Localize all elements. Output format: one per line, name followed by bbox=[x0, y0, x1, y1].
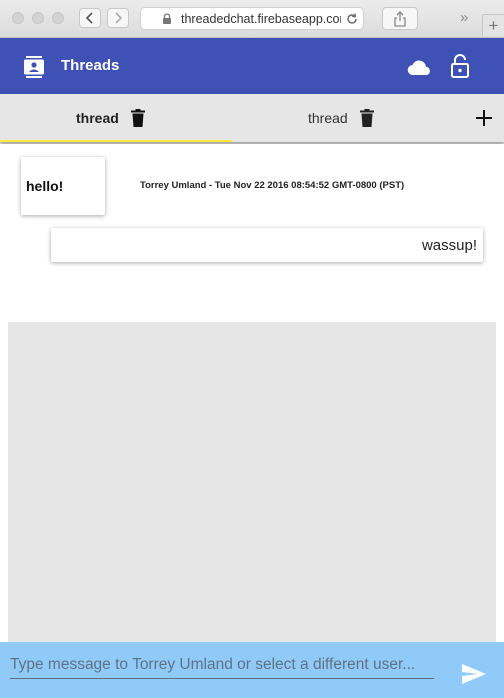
message-bubble[interactable]: wassup! bbox=[51, 228, 483, 262]
browser-toolbar: threadedchat.firebaseapp.com » + bbox=[0, 0, 504, 38]
messages-panel: hello! Torrey Umland - Tue Nov 22 2016 0… bbox=[0, 144, 504, 322]
tab-label: thread bbox=[76, 110, 119, 126]
page-margin-left bbox=[0, 322, 8, 642]
address-bar[interactable]: threadedchat.firebaseapp.com bbox=[140, 7, 364, 30]
add-thread-button[interactable] bbox=[474, 108, 494, 128]
message-text: hello! bbox=[26, 178, 64, 194]
share-button[interactable] bbox=[382, 7, 418, 30]
trash-icon bbox=[130, 109, 145, 127]
cloud-icon[interactable] bbox=[407, 58, 433, 76]
contacts-icon[interactable] bbox=[24, 56, 44, 78]
tab-thread-2[interactable]: thread bbox=[308, 94, 374, 142]
minimize-window-button[interactable] bbox=[32, 12, 44, 24]
page-margin-right bbox=[496, 322, 504, 642]
zoom-window-button[interactable] bbox=[52, 12, 64, 24]
tab-label: thread bbox=[308, 110, 348, 126]
app-bar: Threads bbox=[0, 38, 504, 94]
plus-icon bbox=[476, 110, 492, 126]
overflow-tabs-icon[interactable]: » bbox=[460, 9, 468, 26]
compose-bar bbox=[0, 642, 504, 698]
close-window-button[interactable] bbox=[12, 12, 24, 24]
app-title: Threads bbox=[61, 57, 120, 74]
chevron-left-icon bbox=[85, 12, 93, 24]
message-meta: Torrey Umland - Tue Nov 22 2016 08:54:52… bbox=[140, 180, 405, 191]
lock-icon bbox=[163, 12, 171, 24]
forward-button[interactable] bbox=[107, 8, 129, 28]
message-text: wassup! bbox=[421, 237, 477, 254]
new-tab-button[interactable]: + bbox=[482, 14, 504, 36]
address-url: threadedchat.firebaseapp.com bbox=[181, 11, 341, 26]
share-icon bbox=[394, 10, 406, 27]
delete-thread-button[interactable] bbox=[359, 109, 374, 127]
tab-thread-1[interactable]: thread bbox=[76, 94, 145, 142]
send-icon[interactable] bbox=[462, 664, 486, 684]
thread-tabs: thread thread bbox=[0, 94, 504, 142]
message-input[interactable] bbox=[10, 652, 434, 679]
active-tab-indicator bbox=[0, 140, 232, 142]
lock-open-icon[interactable] bbox=[451, 54, 469, 78]
trash-icon bbox=[359, 109, 374, 127]
message-bubble[interactable]: hello! bbox=[21, 157, 105, 215]
reload-icon[interactable] bbox=[345, 12, 359, 26]
back-button[interactable] bbox=[79, 8, 101, 28]
delete-thread-button[interactable] bbox=[130, 109, 145, 127]
chevron-right-icon bbox=[115, 12, 123, 24]
content-column bbox=[8, 322, 496, 642]
